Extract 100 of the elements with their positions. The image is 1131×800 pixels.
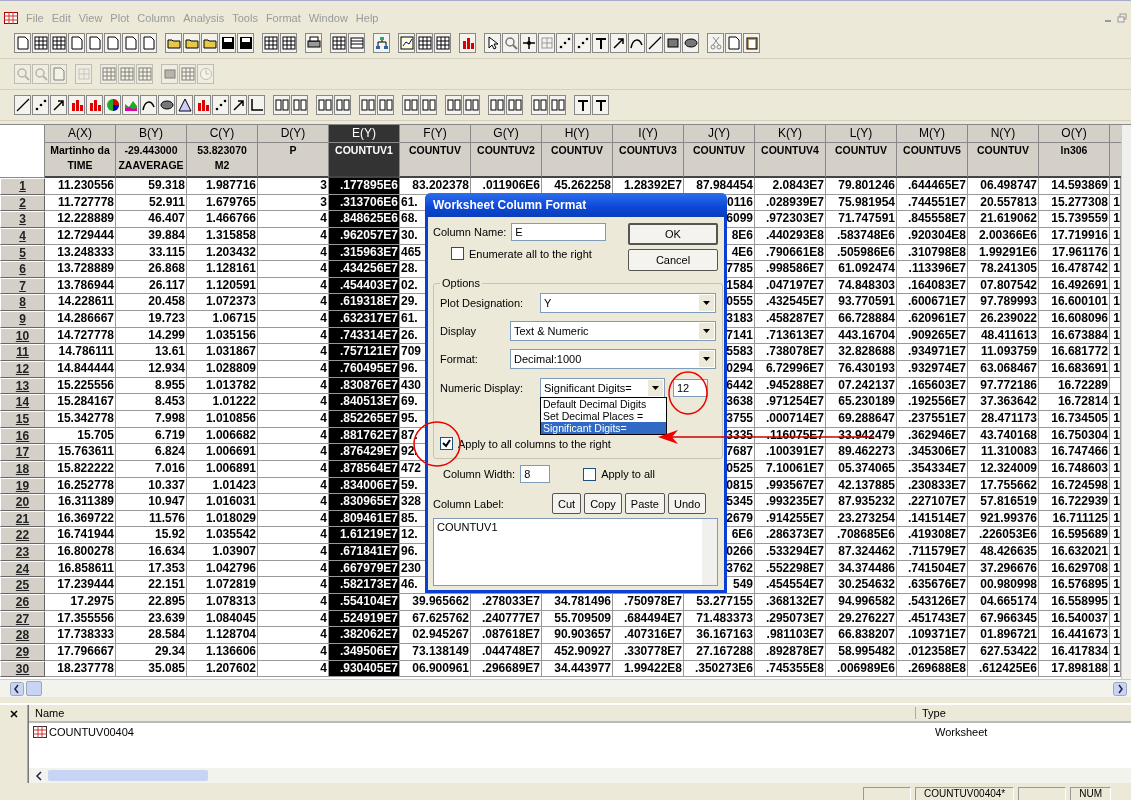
vertical-scrollbar[interactable]: [702, 519, 717, 585]
item-name[interactable]: COUNTUV00404: [49, 726, 929, 738]
column-label-field[interactable]: COUNTUV1: [433, 518, 718, 586]
layout-icon[interactable]: [291, 95, 308, 115]
sheet-icon[interactable]: [330, 33, 347, 53]
dropdown-option[interactable]: Significant Digits=: [541, 422, 666, 434]
row-number[interactable]: 1: [0, 178, 45, 195]
layout-icon[interactable]: [377, 95, 394, 115]
line-icon[interactable]: [646, 33, 663, 53]
clipboard-icon[interactable]: [743, 33, 760, 53]
page-icon[interactable]: [68, 33, 85, 53]
column-name-field[interactable]: E: [511, 223, 607, 241]
area-icon[interactable]: [122, 95, 139, 115]
dropdown[interactable]: Y: [540, 293, 716, 313]
column-header[interactable]: N(Y): [968, 125, 1039, 143]
pie-icon[interactable]: [104, 95, 121, 115]
bar-icon[interactable]: [459, 33, 476, 53]
column-header[interactable]: I(Y): [613, 125, 684, 143]
folder-icon[interactable]: [165, 33, 182, 53]
dots-icon[interactable]: [556, 33, 573, 53]
chart-icon[interactable]: [398, 33, 415, 53]
row-number[interactable]: 8: [0, 294, 45, 312]
column-header[interactable]: G(Y): [471, 125, 542, 143]
checkbox[interactable]: [583, 467, 597, 481]
layout-icon[interactable]: [316, 95, 333, 115]
column-header[interactable]: F(Y): [400, 125, 471, 143]
page-icon[interactable]: [725, 33, 742, 53]
page-icon[interactable]: [122, 33, 139, 53]
sheet-icon[interactable]: [280, 33, 297, 53]
sheet-icon[interactable]: [32, 33, 49, 53]
sheet-icon[interactable]: [416, 33, 433, 53]
layout-icon[interactable]: [549, 95, 566, 115]
checkbox[interactable]: [451, 247, 464, 260]
column-header[interactable]: D(Y): [258, 125, 329, 143]
layout-icon[interactable]: [445, 95, 462, 115]
column-header[interactable]: O(Y): [1039, 125, 1110, 143]
row-number[interactable]: 20: [0, 494, 45, 511]
vertical-scrollbar[interactable]: [1121, 125, 1131, 679]
sheet-icon[interactable]: [434, 33, 451, 53]
row-number[interactable]: 11: [0, 344, 45, 362]
sheet-icon[interactable]: [262, 33, 279, 53]
curve-icon[interactable]: [628, 33, 645, 53]
layout-icon[interactable]: [273, 95, 290, 115]
layout-icon[interactable]: [420, 95, 437, 115]
page-icon[interactable]: [104, 33, 121, 53]
tree-icon[interactable]: [373, 33, 390, 53]
dialog-button[interactable]: OK: [628, 223, 718, 245]
column-header[interactable]: B(Y): [116, 125, 187, 143]
column-width-field[interactable]: 8: [520, 465, 551, 483]
horizontal-scrollbar[interactable]: [0, 679, 1131, 697]
dialog-button[interactable]: Cut: [552, 493, 582, 514]
page-icon[interactable]: [140, 33, 157, 53]
pointer-icon[interactable]: [484, 33, 501, 53]
row-number[interactable]: 26: [0, 594, 45, 611]
line-icon[interactable]: [14, 95, 31, 115]
text-tool-icon[interactable]: [592, 33, 609, 53]
column-header[interactable]: C(Y): [187, 125, 258, 143]
layout-icon[interactable]: [334, 95, 351, 115]
row-number[interactable]: 23: [0, 544, 45, 561]
row-number[interactable]: 3: [0, 211, 45, 228]
row-number[interactable]: 12: [0, 361, 45, 378]
dropdown[interactable]: Decimal:1000: [510, 349, 716, 369]
folder-icon[interactable]: [201, 33, 218, 53]
dialog-button[interactable]: Copy: [584, 493, 622, 514]
dialog-button[interactable]: Cancel: [628, 249, 718, 271]
column-header[interactable]: E(Y): [329, 125, 400, 143]
row-number[interactable]: 17: [0, 444, 45, 461]
column-header[interactable]: Type: [915, 707, 1131, 719]
scroll-left-icon[interactable]: [10, 681, 24, 696]
column-header[interactable]: H(Y): [542, 125, 613, 143]
bar-icon[interactable]: [68, 95, 85, 115]
scroll-right-icon[interactable]: [1113, 681, 1127, 696]
lines-icon[interactable]: [348, 33, 365, 53]
magnifier-icon[interactable]: [502, 33, 519, 53]
row-number[interactable]: 14: [0, 394, 45, 411]
column-header[interactable]: M(Y): [897, 125, 968, 143]
sheet-icon[interactable]: [50, 33, 67, 53]
layout-icon[interactable]: [402, 95, 419, 115]
dropdown-option[interactable]: Default Decimal Digits: [541, 398, 666, 410]
dropdown-option[interactable]: Set Decimal Places =: [541, 410, 666, 422]
row-number[interactable]: 25: [0, 577, 45, 594]
axis-icon[interactable]: [248, 95, 265, 115]
layout-icon[interactable]: [506, 95, 523, 115]
dialog-button[interactable]: Paste: [624, 493, 665, 514]
page-icon[interactable]: [86, 33, 103, 53]
page-icon[interactable]: [14, 33, 31, 53]
dots-icon[interactable]: [32, 95, 49, 115]
checkbox[interactable]: [440, 437, 453, 450]
column-header[interactable]: L(Y): [826, 125, 897, 143]
close-icon[interactable]: [8, 709, 19, 719]
scrollbar-thumb[interactable]: [26, 681, 42, 696]
bar-icon[interactable]: [194, 95, 211, 115]
triangle-icon[interactable]: [176, 95, 193, 115]
folder-icon[interactable]: [183, 33, 200, 53]
layout-icon[interactable]: [463, 95, 480, 115]
digits-field[interactable]: 12: [673, 379, 708, 397]
row-number[interactable]: 28: [0, 627, 45, 644]
text-tool-icon[interactable]: [592, 95, 609, 115]
layout-icon[interactable]: [488, 95, 505, 115]
scroll-left-icon[interactable]: [33, 769, 45, 782]
